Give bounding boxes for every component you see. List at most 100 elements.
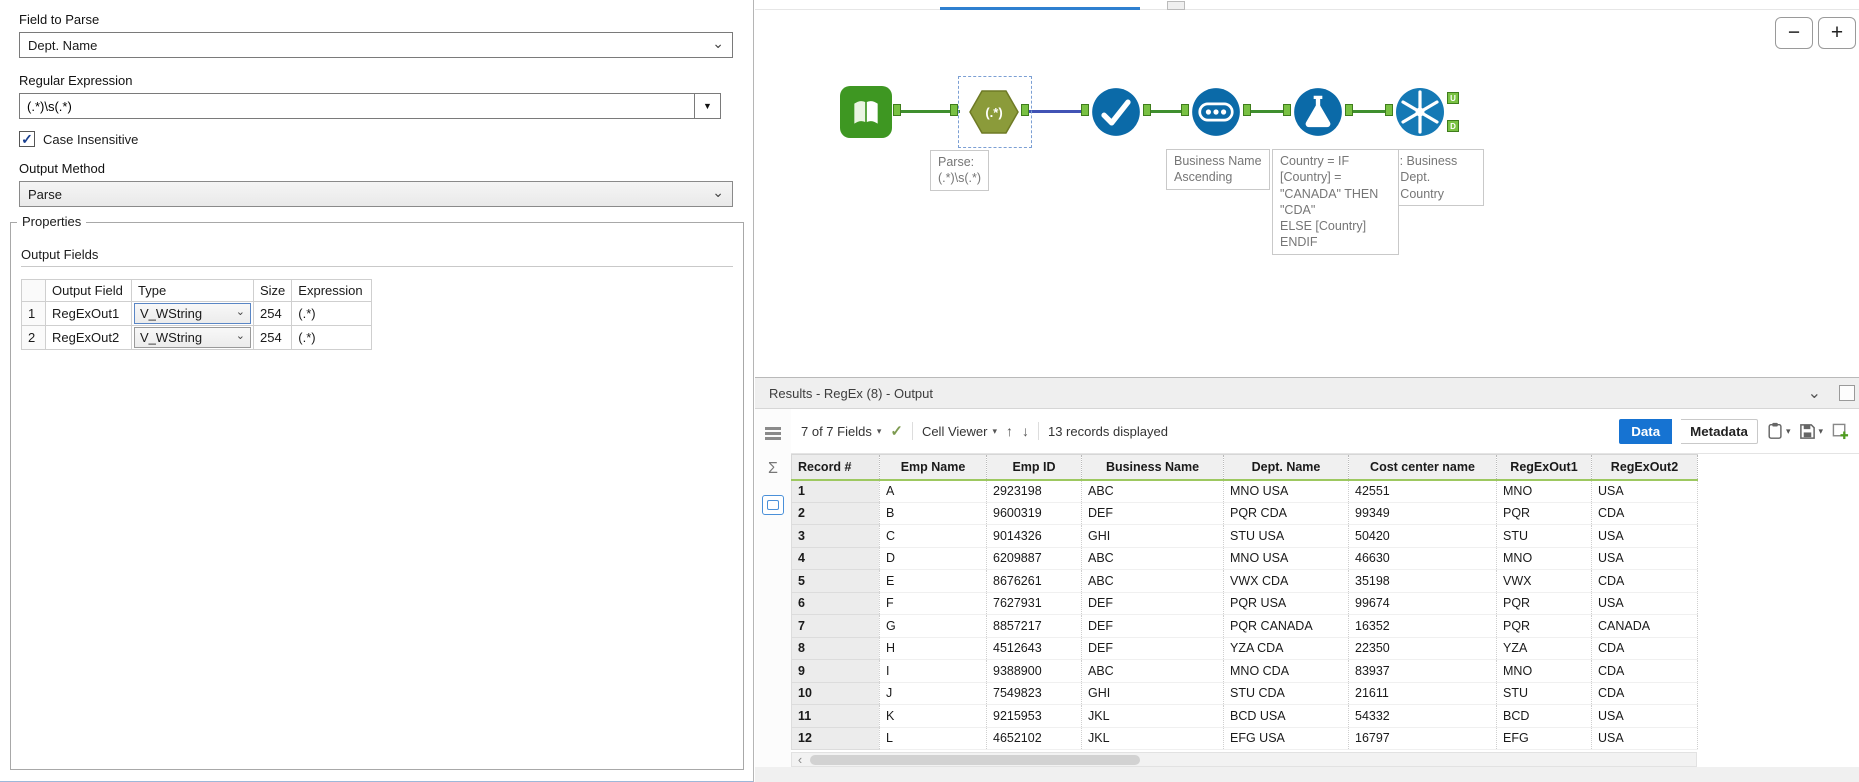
grid-row[interactable]: 1 A 2923198 ABC MNO USA 42551 MNO USA [791, 479, 1698, 503]
grid-cell[interactable]: USA [1591, 479, 1698, 503]
grid-cell[interactable]: USA [1591, 524, 1698, 548]
connection-select-to-formula[interactable] [1250, 110, 1283, 113]
grid-cell[interactable]: JKL [1081, 727, 1224, 750]
grid-cell[interactable]: EFG USA [1223, 727, 1349, 750]
grid-cell[interactable]: 4652102 [986, 727, 1082, 750]
grid-cell[interactable]: USA [1591, 547, 1698, 570]
grid-cell[interactable]: ABC [1081, 659, 1224, 683]
field-to-parse-select[interactable]: Dept. Name ⌄ [19, 32, 733, 58]
type-select[interactable]: V_WString ⌄ [134, 327, 251, 348]
results-view-messages-icon[interactable] [762, 495, 784, 515]
grid-cell[interactable]: C [879, 524, 987, 548]
column-header[interactable]: Business Name [1081, 454, 1224, 481]
grid-cell[interactable]: DEF [1081, 592, 1224, 615]
record-number-cell[interactable]: 3 [791, 524, 880, 548]
column-header[interactable]: Emp Name [879, 454, 987, 481]
record-number-cell[interactable]: 4 [791, 547, 880, 570]
output-anchor[interactable] [1345, 104, 1353, 116]
cell-viewer-dropdown[interactable]: Cell Viewer ▾ [922, 424, 997, 439]
fields-dropdown[interactable]: 7 of 7 Fields ▾ [801, 424, 881, 439]
workflow-canvas[interactable]: − + (.*) U D Parse: (.*)\s(.*) Business … [755, 0, 1859, 377]
grid-row[interactable]: 10 J 7549823 GHI STU CDA 21611 STU CDA [791, 682, 1698, 705]
column-header[interactable]: Cost center name [1348, 454, 1497, 481]
grid-cell[interactable]: DEF [1081, 502, 1224, 525]
connection-regex-to-sort[interactable] [1028, 110, 1081, 113]
grid-cell[interactable]: 4512643 [986, 637, 1082, 660]
output-anchor[interactable] [1243, 104, 1251, 116]
grid-cell[interactable]: A [879, 479, 987, 503]
grid-cell[interactable]: ABC [1081, 569, 1224, 593]
record-number-cell[interactable]: 8 [791, 637, 880, 660]
grid-cell[interactable]: MNO [1496, 479, 1592, 503]
unique-output-anchor-u[interactable]: U [1447, 92, 1459, 104]
record-number-cell[interactable]: 2 [791, 502, 880, 525]
type-select[interactable]: V_WString ⌄ [134, 303, 251, 324]
size-cell[interactable]: 254 [252, 301, 293, 326]
output-anchor[interactable] [1021, 104, 1029, 116]
input-anchor[interactable] [1283, 104, 1291, 116]
grid-cell[interactable]: CDA [1591, 682, 1698, 705]
grid-cell[interactable]: 6209887 [986, 547, 1082, 570]
grid-cell[interactable]: MNO [1496, 547, 1592, 570]
grid-cell[interactable]: CDA [1591, 637, 1698, 660]
grid-cell[interactable]: 54332 [1348, 704, 1497, 728]
record-number-cell[interactable]: 7 [791, 614, 880, 638]
regex-tool[interactable]: (.*) [968, 86, 1020, 138]
grid-cell[interactable]: MNO USA [1223, 479, 1349, 503]
grid-cell[interactable]: 9600319 [986, 502, 1082, 525]
grid-row[interactable]: 11 K 9215953 JKL BCD USA 54332 BCD USA [791, 704, 1698, 728]
grid-cell[interactable]: ABC [1081, 479, 1224, 503]
grid-cell[interactable]: MNO USA [1223, 547, 1349, 570]
sort-tool[interactable] [1090, 86, 1142, 138]
record-number-cell[interactable]: 5 [791, 569, 880, 593]
output-anchor[interactable] [1143, 104, 1151, 116]
input-anchor[interactable] [950, 104, 958, 116]
output-field-name-cell[interactable]: RegExOut2 [45, 325, 132, 350]
previous-record-icon[interactable]: ↑ [1006, 423, 1013, 439]
grid-row[interactable]: 6 F 7627931 DEF PQR USA 99674 PQR USA [791, 592, 1698, 615]
results-view-grid-icon[interactable] [762, 423, 784, 443]
grid-cell[interactable]: GHI [1081, 682, 1224, 705]
grid-cell[interactable]: 83937 [1348, 659, 1497, 683]
output-field-name-cell[interactable]: RegExOut1 [45, 301, 132, 326]
grid-cell[interactable]: STU CDA [1223, 682, 1349, 705]
grid-row[interactable]: 3 C 9014326 GHI STU USA 50420 STU USA [791, 524, 1698, 548]
grid-cell[interactable]: DEF [1081, 637, 1224, 660]
copy-dropdown[interactable]: ▾ [1767, 422, 1790, 440]
next-record-icon[interactable]: ↓ [1022, 423, 1029, 439]
grid-row[interactable]: 9 I 9388900 ABC MNO CDA 83937 MNO CDA [791, 659, 1698, 683]
regex-annotation[interactable]: Parse: (.*)\s(.*) [930, 150, 990, 191]
grid-cell[interactable]: H [879, 637, 987, 660]
input-anchor[interactable] [1081, 104, 1089, 116]
scrollbar-thumb[interactable] [810, 754, 1140, 765]
active-workflow-tab[interactable] [940, 0, 1140, 10]
input-anchor[interactable] [1385, 104, 1393, 116]
expression-cell[interactable]: (.*) [291, 301, 373, 326]
grid-cell[interactable]: J [879, 682, 987, 705]
input-anchor[interactable] [1181, 104, 1189, 116]
unique-output-anchor-d[interactable]: D [1447, 120, 1459, 132]
grid-cell[interactable]: VWX [1496, 569, 1592, 593]
record-number-cell[interactable]: 1 [791, 479, 880, 503]
apply-check-icon[interactable]: ✓ [890, 422, 903, 440]
grid-cell[interactable]: 42551 [1348, 479, 1497, 503]
grid-cell[interactable]: YZA CDA [1223, 637, 1349, 660]
grid-cell[interactable]: E [879, 569, 987, 593]
grid-row[interactable]: 2 B 9600319 DEF PQR CDA 99349 PQR CDA [791, 502, 1698, 525]
grid-cell[interactable]: USA [1591, 727, 1698, 750]
record-number-cell[interactable]: 10 [791, 682, 880, 705]
column-header[interactable]: RegExOut1 [1496, 454, 1592, 481]
grid-row[interactable]: 12 L 4652102 JKL EFG USA 16797 EFG USA [791, 727, 1698, 750]
grid-cell[interactable]: 7549823 [986, 682, 1082, 705]
grid-cell[interactable]: G [879, 614, 987, 638]
grid-cell[interactable]: JKL [1081, 704, 1224, 728]
record-number-cell[interactable]: 9 [791, 659, 880, 683]
expression-cell[interactable]: (.*) [291, 325, 373, 350]
grid-cell[interactable]: D [879, 547, 987, 570]
size-cell[interactable]: 254 [252, 325, 293, 350]
data-tab-button[interactable]: Data [1619, 418, 1673, 444]
grid-cell[interactable]: 50420 [1348, 524, 1497, 548]
grid-cell[interactable]: 16797 [1348, 727, 1497, 750]
new-window-icon[interactable] [1832, 423, 1849, 440]
grid-cell[interactable]: PQR USA [1223, 592, 1349, 615]
